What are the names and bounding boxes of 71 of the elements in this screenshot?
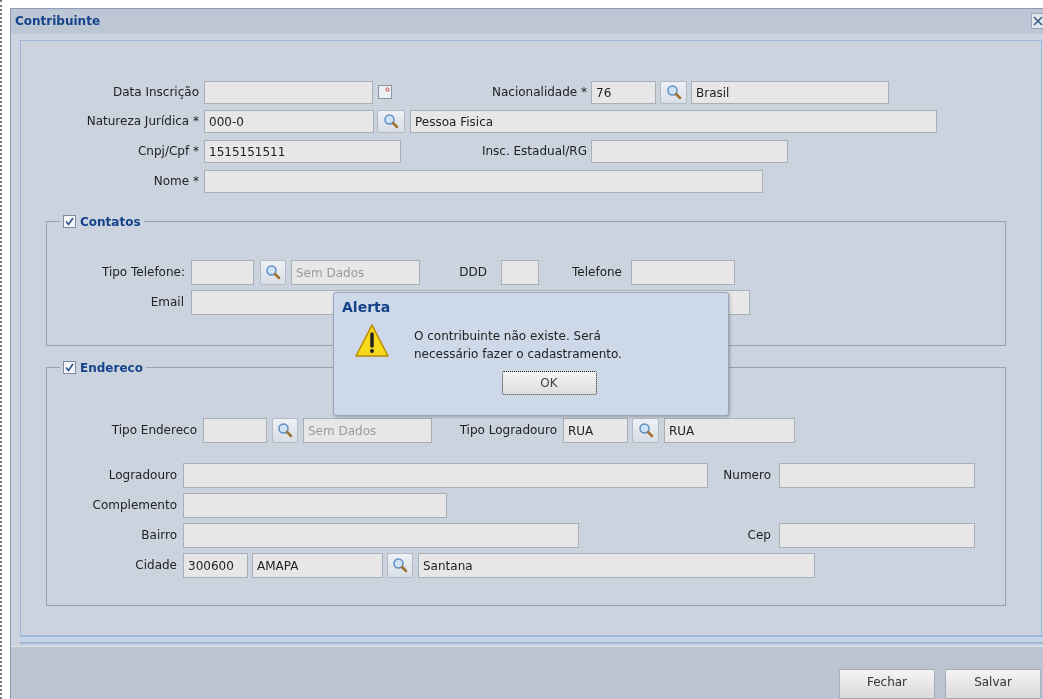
field-label: Natureza Jurídica * [85,114,199,129]
search-icon [392,557,408,574]
footer-button[interactable]: Fechar [839,669,935,699]
search-button[interactable] [377,109,405,133]
field-label: Cidade [134,558,177,573]
field-label: Bairro [140,528,177,543]
field-label: Logradouro [107,468,177,483]
field-label: Tipo Logradouro [458,423,557,438]
input-field[interactable]: Santana [418,552,815,578]
input-field[interactable]: 000-0 [204,109,374,133]
search-icon [383,113,399,130]
input-field[interactable]: 1515151511 [204,139,401,163]
search-icon [277,422,293,439]
section-checkbox[interactable] [63,215,76,229]
input-field[interactable]: Brasil [691,80,889,104]
alert-title: Alerta [342,299,392,315]
search-button[interactable] [632,417,659,443]
field-label: DDD [458,265,487,280]
input-field[interactable]: 76 [591,80,656,104]
input-field[interactable] [501,259,539,285]
field-label: Numero [722,468,771,483]
calendar-icon [378,85,392,100]
input-field[interactable] [204,169,763,193]
input-field[interactable]: RUA [664,417,795,443]
input-field[interactable] [183,462,708,488]
section-title: Contatos [80,214,141,229]
field-label: Data Inscrição [111,85,199,100]
calendar-button[interactable] [376,83,394,102]
input-field[interactable] [183,492,447,518]
field-label: Cnpj/Cpf * [137,144,199,159]
search-button[interactable] [260,259,286,285]
field-label: Email [149,295,184,310]
input-field[interactable] [779,522,975,548]
input-field[interactable]: Sem Dados [303,417,432,443]
search-icon [665,84,682,101]
input-field[interactable]: Sem Dados [291,259,420,285]
input-field[interactable]: RUA [563,417,628,443]
input-field[interactable] [191,259,254,285]
date-field[interactable] [204,80,373,104]
ok-button[interactable]: OK [501,371,597,395]
field-label: Nacionalidade * [491,85,587,100]
check-icon [65,363,74,373]
input-field[interactable]: Pessoa Fisica [410,109,937,133]
section-checkbox[interactable] [63,361,76,375]
search-button[interactable] [660,80,687,104]
search-icon [265,264,281,281]
input-field[interactable] [183,522,579,548]
input-field[interactable]: 300600 [183,552,248,578]
check-icon [65,217,74,227]
input-field[interactable] [631,259,735,285]
field-label: Cep [746,528,771,543]
search-icon [637,422,654,439]
field-label: Tipo Telefone: [100,265,185,280]
field-label: Nome * [152,174,199,189]
field-label: Insc. Estadual/RG [480,144,587,159]
input-field[interactable] [591,139,788,163]
section-title: Endereco [80,360,143,375]
search-button[interactable] [272,417,298,443]
close-icon [1033,16,1043,27]
warning-icon [354,323,390,359]
window-title: Contribuinte [14,14,101,29]
field-label: Telefone [571,265,622,280]
field-label: Complemento [91,498,177,513]
close-button[interactable] [1031,13,1043,30]
input-field[interactable] [203,417,267,443]
input-field[interactable] [779,462,975,488]
footer-button[interactable]: Salvar [945,669,1041,699]
search-button[interactable] [387,552,413,578]
field-label: Tipo Endereco [110,423,197,438]
input-field[interactable]: AMAPA [252,552,383,578]
alert-message: O contribuinte não existe. Será necessário fazer o cadastramento. [414,328,623,363]
